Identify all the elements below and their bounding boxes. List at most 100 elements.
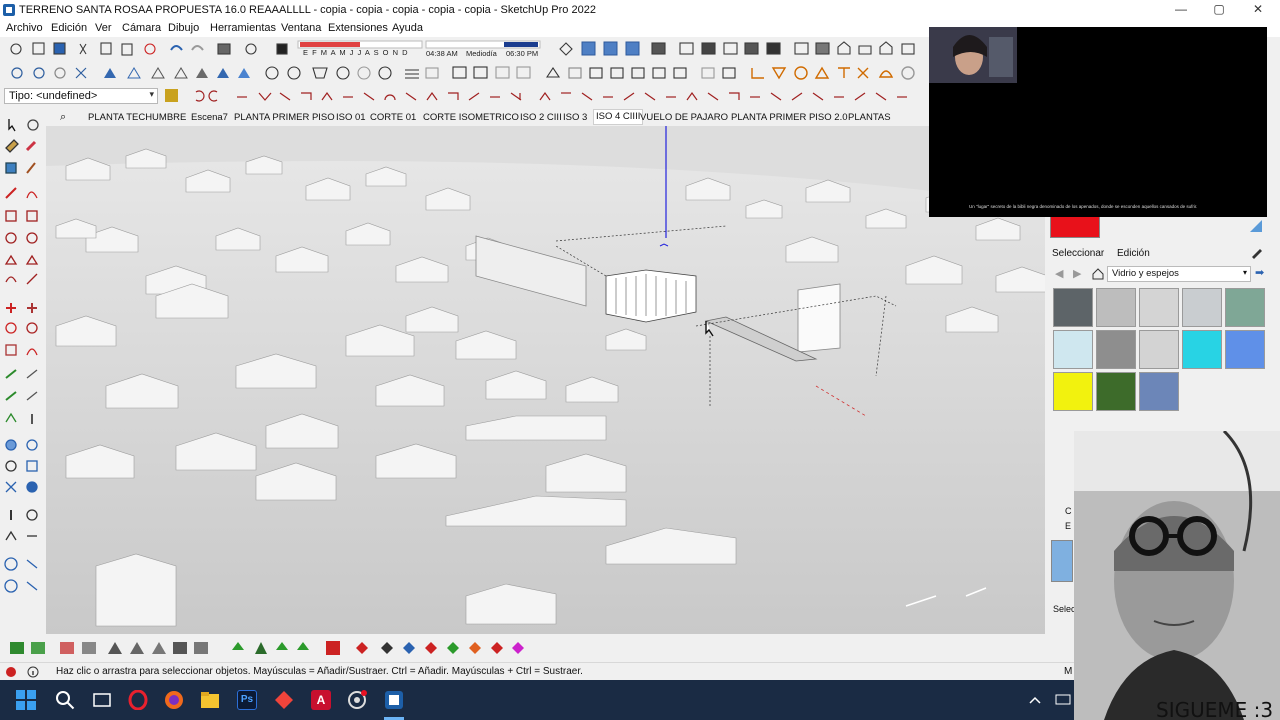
sample-paint-icon[interactable] bbox=[1248, 218, 1264, 234]
forward-arrow-icon[interactable]: ▶ bbox=[1073, 267, 1081, 280]
menu-ventana[interactable]: Ventana bbox=[281, 22, 321, 34]
menu-ayuda[interactable]: Ayuda bbox=[392, 22, 423, 34]
material-swatch[interactable] bbox=[1053, 330, 1093, 369]
material-swatch[interactable] bbox=[1096, 372, 1136, 411]
collapsed-section[interactable]: E bbox=[1065, 521, 1071, 531]
opera-icon[interactable] bbox=[128, 690, 148, 710]
scene-tab[interactable]: PLANTA PRIMER PISO 2.0 bbox=[731, 112, 848, 123]
photoshop-icon[interactable]: Ps bbox=[237, 690, 257, 710]
material-swatch[interactable] bbox=[1182, 330, 1222, 369]
geo-location-icon[interactable] bbox=[5, 666, 17, 678]
status-bar: Haz clic o arrastra para seleccionar obj… bbox=[0, 662, 1074, 680]
bottom-toolbar bbox=[0, 636, 1045, 660]
bottom-toolbar-icons[interactable] bbox=[0, 636, 1045, 660]
menu-edicion[interactable]: Edición bbox=[51, 22, 87, 34]
scene-tab[interactable]: PLANTAS bbox=[848, 112, 891, 123]
scene-tab[interactable]: ISO 01 bbox=[336, 112, 366, 123]
search-icon[interactable] bbox=[55, 690, 75, 710]
task-view-icon[interactable] bbox=[93, 691, 111, 709]
left-toolbar-icons[interactable] bbox=[0, 112, 46, 602]
file-explorer-icon[interactable] bbox=[200, 690, 220, 710]
drawing-viewport[interactable] bbox=[46, 126, 1045, 634]
window-title: TERRENO SANTA ROSAA PROPUESTA 16.0 REAAA… bbox=[19, 4, 596, 16]
scene-tab[interactable]: ISO 2 CIII bbox=[520, 112, 562, 123]
status-message: Haz clic o arrastra para seleccionar obj… bbox=[56, 666, 583, 677]
material-swatch[interactable] bbox=[1096, 330, 1136, 369]
details-arrow-icon[interactable]: ➡ bbox=[1255, 266, 1264, 279]
standard-toolbar: E F M A M J J A S O N D 04:38 AM Mediodí… bbox=[0, 38, 930, 60]
info-icon[interactable] bbox=[27, 666, 39, 678]
current-material-color bbox=[1051, 217, 1099, 237]
shadow-months: E F M A M J J A S O N D bbox=[303, 48, 409, 57]
views-styles-toolbar-icons[interactable] bbox=[0, 62, 930, 84]
city-model-render bbox=[46, 126, 1045, 634]
extension-toolbar-icons[interactable] bbox=[163, 88, 930, 106]
material-swatch[interactable] bbox=[1182, 288, 1222, 327]
menu-herramientas[interactable]: Herramientas bbox=[210, 22, 276, 34]
back-arrow-icon[interactable]: ◀ bbox=[1055, 267, 1063, 280]
collapsed-section[interactable]: C bbox=[1065, 506, 1072, 516]
portrait-photo bbox=[1074, 431, 1280, 720]
windows-start-icon[interactable] bbox=[16, 690, 36, 710]
firefox-icon[interactable] bbox=[164, 690, 184, 710]
eyedropper-icon[interactable] bbox=[1250, 245, 1264, 259]
tipo-dropdown[interactable]: Tipo: <undefined> ▾ bbox=[4, 88, 158, 104]
scene-tab[interactable]: CORTE 01 bbox=[370, 112, 416, 123]
views-styles-toolbar bbox=[0, 62, 930, 84]
follow-caption: SIGUEME :3 bbox=[1156, 698, 1274, 720]
material-swatch[interactable] bbox=[1139, 330, 1179, 369]
select-label: Selec bbox=[1053, 604, 1076, 614]
minimize-button[interactable]: — bbox=[1166, 2, 1196, 18]
portrait-overlay: SIGUEME :3 bbox=[1074, 431, 1280, 720]
tab-select[interactable]: Seleccionar bbox=[1052, 248, 1104, 259]
shadow-time-start: 04:38 AM bbox=[426, 49, 458, 58]
tipo-value: Tipo: <undefined> bbox=[9, 90, 98, 102]
scene-search-icon[interactable]: ⌕ bbox=[60, 111, 66, 124]
network-icon[interactable] bbox=[1055, 693, 1071, 707]
overlay-caption: Un "lugar" secreto de la bibli negra den… bbox=[969, 204, 1198, 209]
scene-tab[interactable]: CORTE ISOMETRICO bbox=[423, 112, 519, 123]
library-dropdown[interactable]: Vidrio y espejos ▾ bbox=[1107, 266, 1251, 282]
chrome-icon[interactable] bbox=[347, 690, 367, 710]
menu-extensiones[interactable]: Extensiones bbox=[328, 22, 388, 34]
standard-toolbar-icons[interactable] bbox=[0, 38, 930, 60]
chevron-down-icon: ▾ bbox=[1242, 268, 1247, 277]
scene-tab[interactable]: Escena7 bbox=[191, 112, 228, 123]
menu-archivo[interactable]: Archivo bbox=[6, 22, 43, 34]
tray-chevron-icon[interactable] bbox=[1028, 694, 1042, 706]
scene-tabs: ⌕ PLANTA TECHUMBRE Escena7 PLANTA PRIMER… bbox=[46, 108, 930, 126]
measurements-label: M bbox=[1064, 666, 1073, 677]
shadow-time-end: 06:30 PM bbox=[506, 49, 539, 58]
webcam-feed bbox=[929, 27, 1017, 83]
scene-tab[interactable]: PLANTA PRIMER PISO bbox=[234, 112, 335, 123]
material-swatch[interactable] bbox=[1225, 330, 1265, 369]
material-swatch[interactable] bbox=[1139, 288, 1179, 327]
windows-taskbar: Ps A bbox=[0, 680, 1074, 720]
menu-camara[interactable]: Cámara bbox=[122, 22, 161, 34]
material-swatch[interactable] bbox=[1225, 288, 1265, 327]
anydesk-icon[interactable] bbox=[274, 690, 294, 710]
home-icon[interactable] bbox=[1091, 266, 1105, 280]
scene-tab[interactable]: VUELO DE PAJARO bbox=[640, 112, 728, 123]
library-value: Vidrio y espejos bbox=[1112, 268, 1179, 279]
material-swatch[interactable] bbox=[1096, 288, 1136, 327]
scene-tab[interactable]: PLANTA TECHUMBRE bbox=[88, 112, 186, 123]
tab-edit[interactable]: Edición bbox=[1117, 248, 1150, 259]
menu-dibujo[interactable]: Dibujo bbox=[168, 22, 199, 34]
sketchup-taskbar-icon[interactable] bbox=[384, 690, 404, 710]
scene-tab-active[interactable]: ISO 4 CIIII bbox=[593, 109, 644, 125]
left-toolbar bbox=[0, 112, 46, 632]
autocad-icon[interactable]: A bbox=[311, 690, 331, 710]
material-swatch[interactable] bbox=[1053, 288, 1093, 327]
webcam-overlay: Un "lugar" secreto de la bibli negra den… bbox=[929, 27, 1267, 217]
chevron-down-icon: ▾ bbox=[149, 89, 154, 99]
close-button[interactable]: ✕ bbox=[1243, 2, 1273, 18]
menu-ver[interactable]: Ver bbox=[95, 22, 112, 34]
maximize-button[interactable]: ▢ bbox=[1204, 2, 1234, 18]
material-swatch[interactable] bbox=[1053, 372, 1093, 411]
material-swatch[interactable] bbox=[1139, 372, 1179, 411]
scene-tab[interactable]: ISO 3 bbox=[563, 112, 587, 123]
title-bar: TERRENO SANTA ROSAA PROPUESTA 16.0 REAAA… bbox=[0, 0, 1280, 20]
shadow-time-mid: Mediodía bbox=[466, 49, 497, 58]
tipo-toolbar: Tipo: <undefined> ▾ bbox=[0, 86, 930, 107]
